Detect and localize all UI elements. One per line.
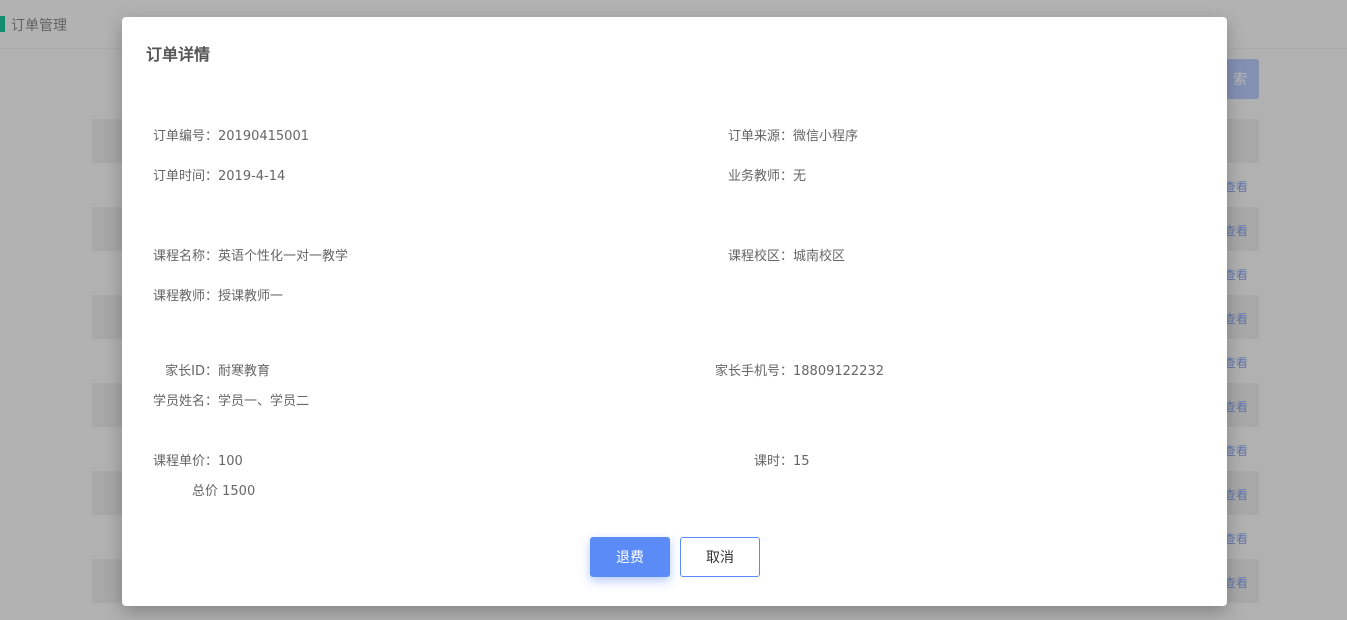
parent-id-value: 耐寒教育 — [218, 364, 271, 379]
course-campus-label: 课程校区： — [727, 249, 793, 264]
student-names-value: 学员一、学员二 — [218, 394, 310, 409]
refund-button[interactable]: 退费 — [590, 537, 670, 577]
course-campus-value: 城南校区 — [793, 249, 846, 264]
order-time-value: 2019-4-14 — [218, 169, 286, 184]
course-name-value: 英语个性化一对一教学 — [218, 249, 349, 264]
total-price-value: 1500 — [222, 484, 256, 499]
student-names-field: 学员姓名：学员一、学员二 — [130, 392, 309, 412]
dialog-title: 订单详情 — [146, 45, 211, 64]
course-teacher-label: 课程教师： — [152, 289, 218, 304]
order-no-label: 订单编号： — [152, 129, 218, 144]
course-teacher-field: 课程教师：授课教师一 — [130, 287, 283, 307]
lessons-field: 课时：15 — [705, 452, 810, 472]
course-name-label: 课程名称： — [152, 249, 218, 264]
parent-phone-value: 18809122232 — [793, 364, 884, 379]
lessons-value: 15 — [793, 454, 810, 469]
order-source-label: 订单来源： — [727, 129, 793, 144]
order-time-field: 订单时间：2019-4-14 — [130, 167, 285, 187]
sales-teacher-label: 业务教师： — [727, 169, 793, 184]
cancel-button[interactable]: 取消 — [680, 537, 760, 577]
order-detail-dialog: 订单详情 订单编号：20190415001 订单来源：微信小程序 订单时间：20… — [122, 17, 1227, 606]
parent-id-label: 家长ID： — [165, 364, 218, 379]
order-time-label: 订单时间： — [152, 169, 218, 184]
lessons-label: 课时： — [753, 454, 793, 469]
student-names-label: 学员姓名： — [152, 394, 218, 409]
order-no-value: 20190415001 — [218, 129, 309, 144]
course-name-field: 课程名称：英语个性化一对一教学 — [130, 247, 348, 267]
unit-price-label: 课程单价： — [152, 454, 218, 469]
parent-phone-field: 家长手机号：18809122232 — [705, 362, 884, 382]
parent-phone-label: 家长手机号： — [714, 364, 793, 379]
order-source-value: 微信小程序 — [793, 129, 859, 144]
course-campus-field: 课程校区：城南校区 — [705, 247, 845, 267]
course-teacher-value: 授课教师一 — [218, 289, 284, 304]
sales-teacher-field: 业务教师：无 — [705, 167, 806, 187]
unit-price-field: 课程单价：100 — [130, 452, 243, 472]
order-source-field: 订单来源：微信小程序 — [705, 127, 858, 147]
total-price-field: 总价 1500 — [130, 482, 255, 502]
sales-teacher-value: 无 — [793, 169, 807, 184]
order-no-field: 订单编号：20190415001 — [130, 127, 309, 147]
parent-id-field: 家长ID：耐寒教育 — [130, 362, 270, 382]
total-price-label: 总价 — [191, 484, 218, 499]
unit-price-value: 100 — [218, 454, 243, 469]
